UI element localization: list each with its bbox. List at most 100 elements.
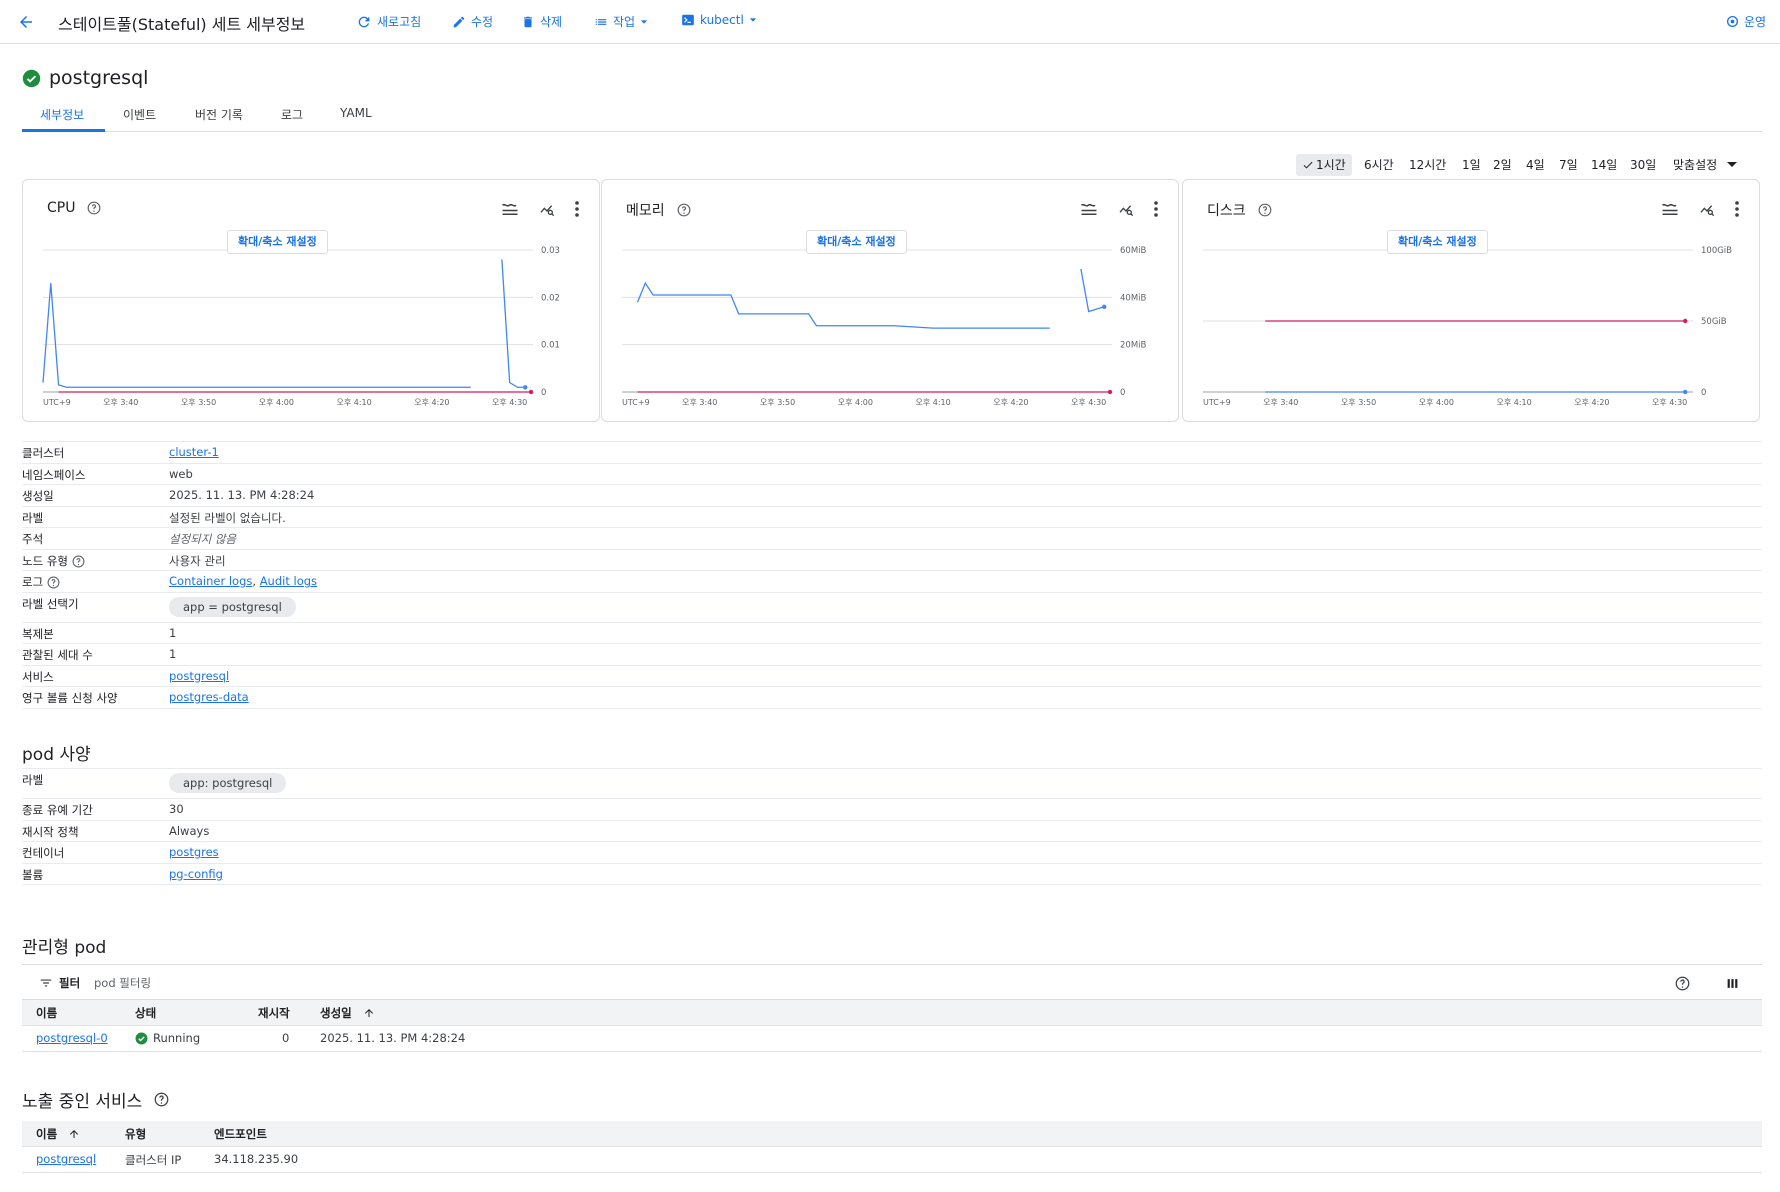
reset-zoom-button[interactable]: 확대/축소 재설정 [1387,230,1488,254]
y-tick-label: 0 [1701,388,1706,398]
help-icon[interactable] [1675,976,1690,991]
detail-value: postgres-data [169,690,249,704]
x-tick-label: 오후 4:20 [993,398,1028,407]
back-arrow-icon[interactable] [14,10,38,34]
help-icon[interactable] [1258,203,1272,217]
detail-value: app: postgresql [169,773,287,793]
series-line [42,283,471,388]
container-logs-link[interactable]: Container logs [169,574,252,588]
detail-link[interactable]: cluster-1 [169,445,219,459]
detail-link[interactable]: postgresql [169,669,229,683]
detail-row: 로그 Container logs, Audit logs [22,571,1762,593]
col-service-type[interactable]: 유형 [125,1126,146,1142]
detail-value-text: web [169,466,193,481]
time-range-2d[interactable]: 2일 [1490,154,1515,176]
detail-value: 설정되지 않음 [169,531,236,547]
explore-metrics-icon[interactable] [539,201,555,217]
explore-metrics-icon[interactable] [1118,201,1134,217]
pod-filter-input[interactable]: pod 필터링 [94,975,151,991]
service-name-link[interactable]: postgresql [36,1152,96,1166]
audit-logs-link[interactable]: Audit logs [260,574,317,588]
x-tick-label: 오후 3:50 [760,398,795,407]
series-end-point [1107,389,1113,395]
help-icon[interactable] [677,203,691,217]
separator: , [252,574,260,588]
help-icon[interactable] [154,1092,169,1107]
help-icon[interactable] [47,576,60,589]
list-icon [595,18,607,25]
detail-label: 복제본 [22,626,54,642]
pod-filter-bar[interactable]: 필터 pod 필터링 [22,964,1762,1000]
detail-label: 네임스페이스 [22,467,85,483]
detail-row: 클러스터 cluster-1 [22,442,1762,464]
legend-toggle-icon[interactable] [1080,202,1098,216]
col-status[interactable]: 상태 [135,1005,156,1021]
tab-logs[interactable]: 로그 [281,106,303,123]
tab-bar: 세부정보 이벤트 버전 기록 로그 YAML [22,102,1762,132]
y-tick-label: 0 [1120,388,1125,398]
column-display-icon[interactable] [1726,977,1739,990]
tab-revision-history[interactable]: 버전 기록 [195,106,243,123]
detail-link[interactable]: postgres [169,845,219,859]
time-range-6h[interactable]: 6시간 [1361,154,1397,176]
detail-value-text: 사용자 관리 [169,553,226,568]
tab-yaml[interactable]: YAML [340,106,372,120]
caret-down-icon [640,19,648,24]
pods-table-header: 이름 상태 재시작 생성일 [22,1000,1762,1026]
time-range-7d[interactable]: 7일 [1556,154,1581,176]
edit-button[interactable]: 수정 [452,13,493,30]
col-created[interactable]: 생성일 [320,1005,375,1021]
y-tick-label: 40MiB [1120,293,1147,303]
chart-plot[interactable]: 60MiB 40MiB 20MiB 0 UTC+9 오후 3:40 오후 3:50 오후 4:… [602,225,1180,420]
detail-value: postgres [169,845,219,859]
detail-label-text: 로그 [22,575,44,589]
kubectl-button[interactable]: kubectl [681,13,757,27]
refresh-button[interactable]: 새로고침 [356,13,421,30]
col-restarts[interactable]: 재시작 [258,1005,290,1021]
col-name[interactable]: 이름 [36,1005,57,1021]
help-icon[interactable] [72,555,85,568]
operations-button[interactable]: 운영 [1726,13,1766,30]
time-range-30d[interactable]: 30일 [1627,154,1659,176]
actions-label: 작업 [613,15,636,29]
pod-name-link[interactable]: postgresql-0 [36,1031,108,1045]
memory-chart-card: 메모리 60MiB 40MiB 20MiB 0 UTC+9 오후 3:40 오후 3:50 오후… [601,179,1179,422]
reset-zoom-button[interactable]: 확대/축소 재설정 [806,230,907,254]
detail-row: 컨테이너 postgres [22,842,1762,864]
check-circle-icon [135,1032,148,1044]
time-range-4d[interactable]: 4일 [1523,154,1548,176]
detail-row: 라벨 선택기 app = postgresql [22,593,1762,623]
x-tick-label: 오후 3:40 [682,398,717,407]
delete-button[interactable]: 삭제 [521,13,562,30]
explore-metrics-icon[interactable] [1699,201,1715,217]
time-range-1h[interactable]: 1시간 [1296,154,1352,176]
time-range-custom[interactable]: 맞춤설정 [1670,154,1740,176]
chart-plot[interactable]: 100GiB 50GiB 0 UTC+9 오후 3:40 오후 3:50 오후 4:00 오후… [1183,225,1761,420]
detail-label: 라벨 선택기 [22,596,79,612]
legend-toggle-icon[interactable] [501,202,519,216]
detail-link[interactable]: postgres-data [169,690,249,704]
more-vert-icon[interactable] [1154,201,1158,217]
help-icon[interactable] [87,201,101,215]
actions-button[interactable]: 작업 [594,13,648,30]
time-range-14d[interactable]: 14일 [1588,154,1620,176]
timezone-label: UTC+9 [43,398,71,407]
legend-toggle-icon[interactable] [1661,202,1679,216]
reset-zoom-button[interactable]: 확대/축소 재설정 [227,230,328,254]
time-range-12h[interactable]: 12시간 [1406,154,1449,176]
tab-events[interactable]: 이벤트 [123,106,156,123]
chart-title-label: 디스크 [1207,203,1246,219]
more-vert-icon[interactable] [1735,201,1739,217]
detail-link[interactable]: pg-config [169,867,223,881]
detail-label: 라벨 [22,772,43,788]
col-endpoint[interactable]: 엔드포인트 [214,1126,267,1142]
more-vert-icon[interactable] [575,201,579,217]
cpu-chart-card: CPU 0.03 0.02 0.01 0 UTC+9 오후 3:40 오후 3:50 오후 4:… [22,179,600,422]
detail-value-text: 설정되지 않음 [169,532,237,546]
time-range-1d[interactable]: 1일 [1459,154,1484,176]
pencil-icon [453,16,465,27]
col-service-name[interactable]: 이름 [36,1126,80,1142]
chart-plot[interactable]: 0.03 0.02 0.01 0 UTC+9 오후 3:40 오후 3:50 오후 4:00 오… [23,225,601,420]
tab-details[interactable]: 세부정보 [40,106,84,123]
resource-title: postgresql [22,67,148,89]
